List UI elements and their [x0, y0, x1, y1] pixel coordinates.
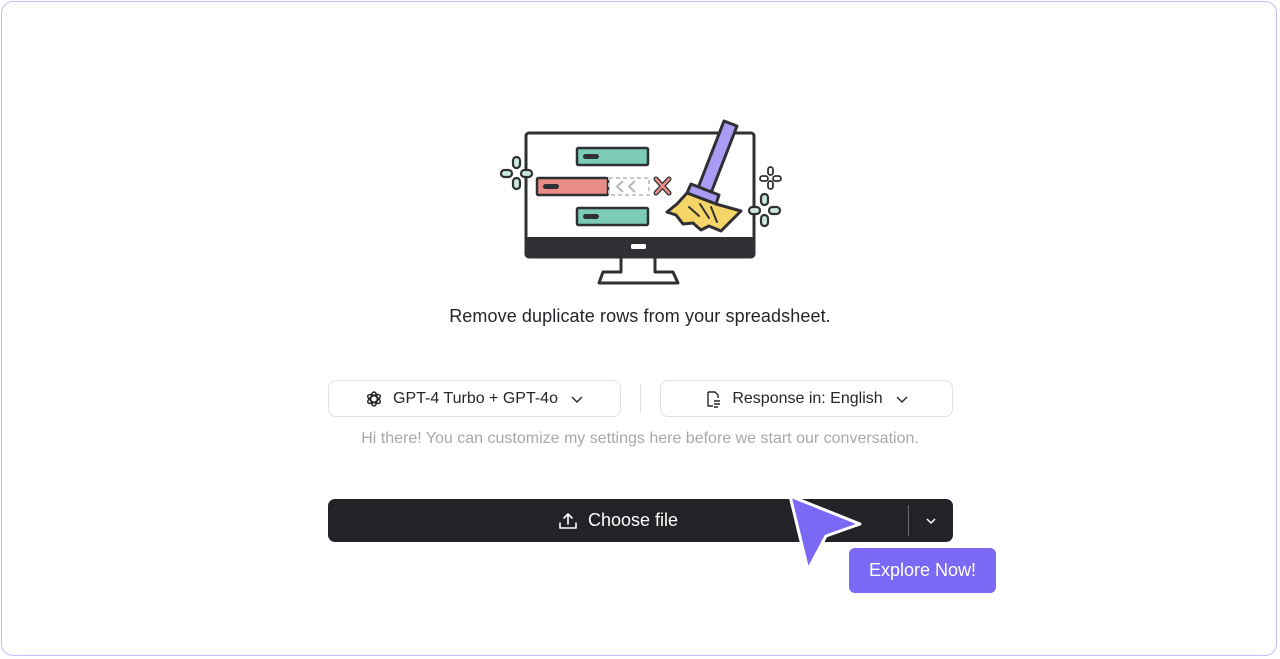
language-doc-icon	[704, 390, 722, 408]
upload-options-toggle[interactable]	[909, 499, 953, 542]
chevron-down-icon	[895, 392, 909, 406]
explore-now-button[interactable]: Explore Now!	[849, 548, 996, 593]
response-language-selector[interactable]: Response in: English	[660, 380, 953, 417]
chevron-down-icon	[570, 392, 584, 406]
main-panel	[1, 1, 1277, 656]
model-selector[interactable]: GPT-4 Turbo + GPT-4o	[328, 380, 621, 417]
remove-duplicates-illustration	[499, 119, 782, 285]
openai-icon	[365, 390, 383, 408]
model-selector-label: GPT-4 Turbo + GPT-4o	[393, 389, 558, 407]
tool-description: Remove duplicate rows from your spreadsh…	[449, 306, 831, 326]
chevron-down-icon	[926, 517, 936, 524]
selector-divider	[640, 384, 641, 413]
settings-hint: Hi there! You can customize my settings …	[361, 430, 919, 447]
choose-file-label: Choose file	[587, 510, 679, 530]
upload-icon	[558, 511, 578, 531]
response-language-label: Response in: English	[732, 389, 883, 407]
